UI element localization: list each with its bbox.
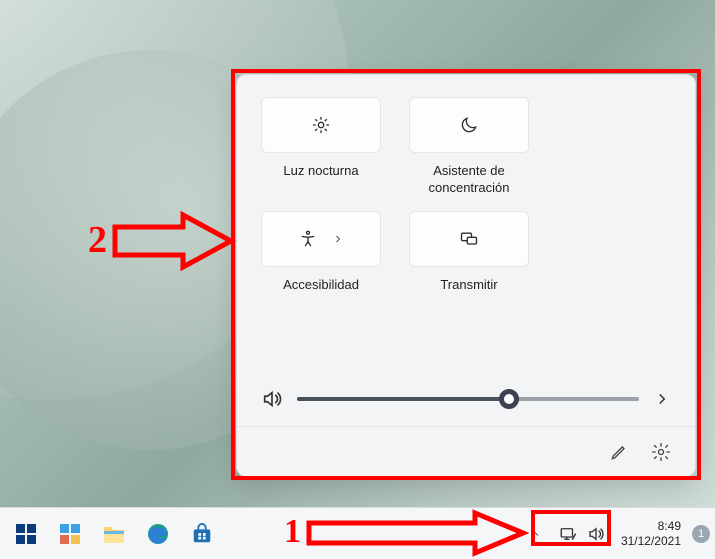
notification-badge: 1 <box>692 525 710 543</box>
quick-settings-panel: Luz nocturna Asistente de concentración … <box>236 74 696 477</box>
speaker-icon[interactable] <box>261 388 283 410</box>
tile-label: Asistente de concentración <box>409 163 529 197</box>
tile-accessibility: Accesibilidad <box>261 211 381 294</box>
tile-label: Accesibilidad <box>283 277 359 294</box>
gear-icon[interactable] <box>651 442 671 462</box>
volume-row <box>261 374 671 426</box>
chevron-up-icon <box>529 528 541 540</box>
pencil-icon[interactable] <box>609 442 629 462</box>
focus-assist-button[interactable] <box>409 97 529 153</box>
cast-button[interactable] <box>409 211 529 267</box>
accessibility-icon <box>298 229 318 249</box>
night-light-button[interactable] <box>261 97 381 153</box>
notification-center-button[interactable]: 1 <box>687 525 715 543</box>
cast-icon <box>459 229 479 249</box>
tile-cast: Transmitir <box>409 211 529 294</box>
taskbar-left <box>0 514 222 554</box>
edge-button[interactable] <box>138 514 178 554</box>
tile-night-light: Luz nocturna <box>261 97 381 197</box>
widgets-button[interactable] <box>50 514 90 554</box>
tile-focus-assist: Asistente de concentración <box>409 97 529 197</box>
volume-tray-icon <box>587 525 605 543</box>
volume-slider[interactable] <box>297 389 639 409</box>
accessibility-button[interactable] <box>261 211 381 267</box>
taskbar-clock[interactable]: 8:49 31/12/2021 <box>615 519 687 549</box>
annotation-label-2: 2 <box>88 218 107 262</box>
network-icon <box>559 525 577 543</box>
taskbar-right: 8:49 31/12/2021 1 <box>521 508 715 559</box>
slider-track-fill <box>297 397 509 401</box>
file-explorer-button[interactable] <box>94 514 134 554</box>
annotation-arrow-2 <box>113 213 233 274</box>
store-button[interactable] <box>182 514 222 554</box>
store-icon <box>191 523 213 545</box>
tile-label: Transmitir <box>440 277 497 294</box>
chevron-right-icon[interactable] <box>653 390 671 408</box>
quick-settings-tiles: Luz nocturna Asistente de concentración … <box>261 97 671 294</box>
moon-icon <box>459 115 479 135</box>
annotation-arrow-1 <box>307 511 527 559</box>
folder-icon <box>102 523 126 545</box>
edge-icon <box>146 522 170 546</box>
system-tray[interactable] <box>549 508 615 559</box>
tile-label: Luz nocturna <box>283 163 358 180</box>
chevron-right-icon <box>332 233 344 245</box>
clock-date: 31/12/2021 <box>621 534 681 549</box>
annotation-label-1: 1 <box>284 513 301 551</box>
brightness-icon <box>311 115 331 135</box>
panel-footer <box>237 426 695 476</box>
start-button[interactable] <box>6 514 46 554</box>
slider-thumb[interactable] <box>499 389 519 409</box>
clock-time: 8:49 <box>621 519 681 534</box>
